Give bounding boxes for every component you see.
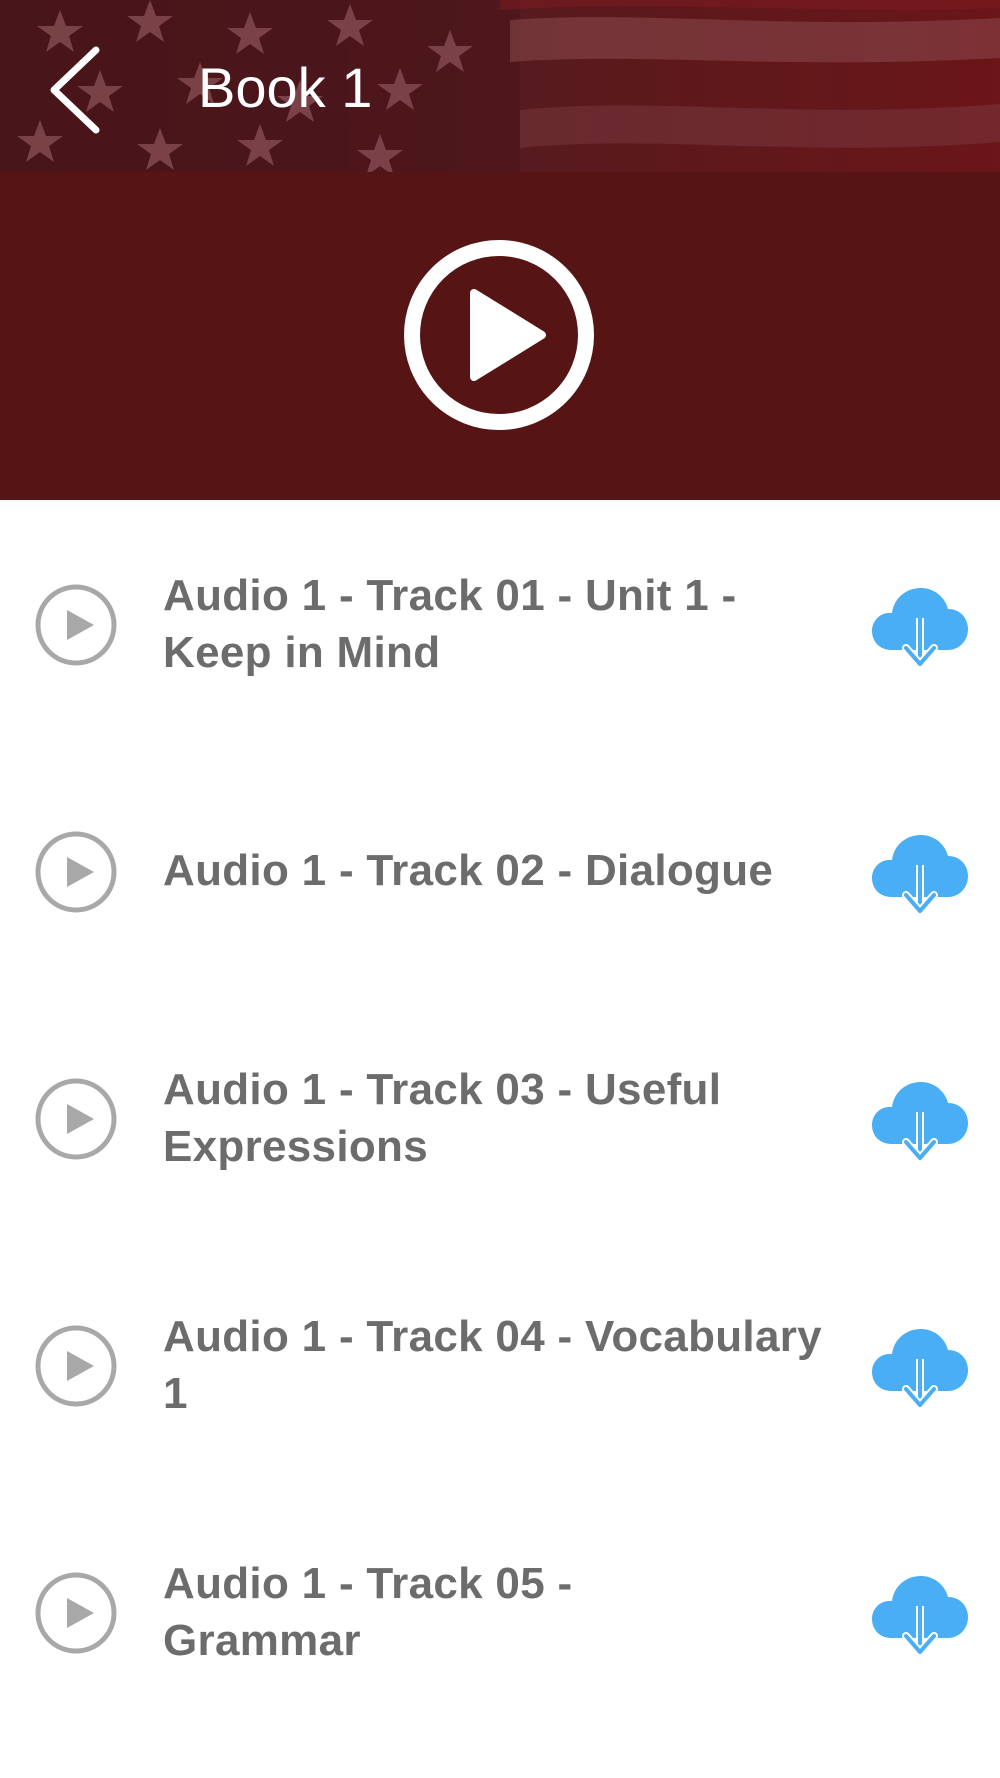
track-row[interactable]: Audio 1 - Track 05 - Grammar — [0, 1488, 1000, 1735]
play-circle-icon[interactable] — [34, 1324, 118, 1408]
cloud-download-icon[interactable] — [870, 1074, 970, 1166]
play-all-button[interactable] — [402, 238, 596, 432]
track-title: Audio 1 - Track 02 - Dialogue — [163, 747, 843, 994]
cloud-download-icon[interactable] — [870, 580, 970, 672]
track-title-text: Audio 1 - Track 03 - Useful Expressions — [163, 1064, 722, 1171]
track-row[interactable]: Audio 1 - Track 02 - Dialogue — [0, 747, 1000, 994]
chevron-left-icon — [50, 46, 100, 134]
player-panel — [0, 172, 1000, 500]
cloud-download-icon[interactable] — [870, 1321, 970, 1413]
cloud-download-icon[interactable] — [870, 1568, 970, 1660]
track-title-text: Audio 1 - Track 04 - Vocabulary 1 — [163, 1311, 822, 1418]
play-circle-icon[interactable] — [34, 830, 118, 914]
play-circle-icon[interactable] — [34, 583, 118, 667]
play-circle-icon[interactable] — [34, 1077, 118, 1161]
play-circle-icon — [404, 240, 594, 430]
flag-background — [0, 0, 1000, 172]
play-circle-icon[interactable] — [34, 1571, 118, 1655]
track-title: Audio 1 - Track 03 - Useful Expressions — [163, 994, 843, 1241]
track-row[interactable]: Audio 1 - Track 01 - Unit 1 - Keep in Mi… — [0, 500, 1000, 747]
track-title: Audio 1 - Track 05 - Grammar — [163, 1488, 603, 1735]
back-button[interactable] — [36, 40, 116, 136]
track-title-text: Audio 1 - Track 05 - Grammar — [163, 1558, 573, 1665]
track-title: Audio 1 - Track 01 - Unit 1 - Keep in Mi… — [163, 500, 843, 747]
nav-header: Book 1 — [0, 0, 1000, 172]
track-list: Audio 1 - Track 01 - Unit 1 - Keep in Mi… — [0, 500, 1000, 1735]
track-row[interactable]: Audio 1 - Track 04 - Vocabulary 1 — [0, 1241, 1000, 1488]
track-row[interactable]: Audio 1 - Track 03 - Useful Expressions — [0, 994, 1000, 1241]
cloud-download-icon[interactable] — [870, 827, 970, 919]
track-title: Audio 1 - Track 04 - Vocabulary 1 — [163, 1241, 843, 1488]
track-title-text: Audio 1 - Track 02 - Dialogue — [163, 846, 774, 895]
track-title-text: Audio 1 - Track 01 - Unit 1 - Keep in Mi… — [163, 570, 737, 677]
page-title: Book 1 — [198, 56, 373, 119]
